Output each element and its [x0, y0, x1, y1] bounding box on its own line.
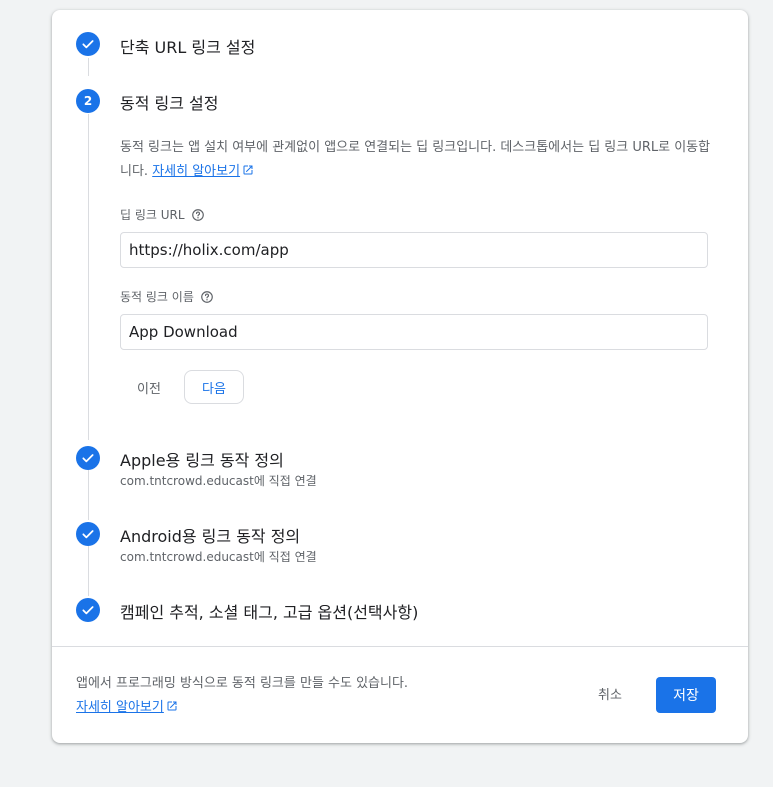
dynamic-link-setup-card: 단축 URL 링크 설정 2 동적 링크 설정 동적 링크는 앱 설치 여부에 … — [52, 10, 748, 743]
next-button[interactable]: 다음 — [184, 370, 244, 404]
back-button[interactable]: 이전 — [137, 378, 161, 397]
footer-divider — [52, 646, 748, 647]
step-complete-check-icon — [76, 598, 100, 622]
stepper-rail — [88, 58, 89, 76]
learn-more-link[interactable]: 자세히 알아보기 — [152, 164, 254, 179]
step-subtitle-android: com.tntcrowd.educast에 직접 연결 — [120, 550, 317, 564]
help-circle-icon[interactable] — [191, 208, 205, 222]
cancel-button[interactable]: 취소 — [596, 683, 624, 703]
save-button[interactable]: 저장 — [656, 677, 716, 713]
step-description: 동적 링크는 앱 설치 여부에 관계없이 앱으로 연결되는 딥 링크입니다. 데… — [120, 136, 712, 184]
open-in-new-icon — [243, 165, 253, 175]
deep-link-url-label: 딥 링크 URL — [120, 206, 205, 223]
step-complete-check-icon — [76, 446, 100, 470]
stepper-rail — [88, 470, 89, 520]
step-complete-check-icon — [76, 522, 100, 546]
step-subtitle-apple: com.tntcrowd.educast에 직접 연결 — [120, 474, 317, 488]
footer-learn-more: 자세히 알아보기 — [76, 696, 178, 715]
dynamic-link-name-label: 동적 링크 이름 — [120, 288, 214, 305]
help-circle-icon[interactable] — [200, 290, 214, 304]
step-number: 2 — [83, 94, 93, 108]
open-in-new-icon — [167, 701, 177, 711]
footer-learn-more-link[interactable]: 자세히 알아보기 — [76, 700, 178, 715]
step-title-dynamic-link[interactable]: 동적 링크 설정 — [120, 90, 219, 114]
step-title-android[interactable]: Android용 링크 동작 정의 — [120, 523, 300, 547]
step-title-campaign[interactable]: 캠페인 추적, 소셜 태그, 고급 옵션(선택사항) — [120, 599, 418, 623]
step-number-badge: 2 — [76, 89, 100, 113]
footer-description: 앱에서 프로그래밍 방식으로 동적 링크를 만들 수도 있습니다. — [76, 676, 409, 691]
stepper-rail — [88, 114, 89, 440]
step-title-apple[interactable]: Apple용 링크 동작 정의 — [120, 447, 284, 471]
dynamic-link-name-input[interactable] — [120, 314, 708, 350]
deep-link-url-input[interactable] — [120, 232, 708, 268]
step-title-short-url[interactable]: 단축 URL 링크 설정 — [120, 34, 255, 58]
step-complete-check-icon — [76, 32, 100, 56]
stepper-rail — [88, 546, 89, 596]
